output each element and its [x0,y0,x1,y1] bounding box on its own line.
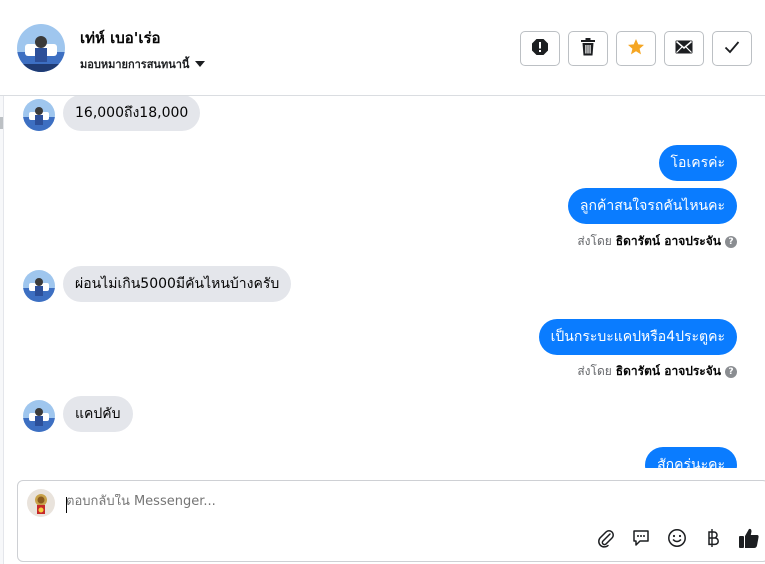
star-icon [627,38,645,60]
contact-avatar-small [23,270,55,302]
help-icon[interactable]: ? [725,235,737,248]
emoji-button[interactable] [666,528,688,552]
sent-by-label: ส่งโดย ธิดารัตน์ อาจประจัน ? [577,362,737,381]
incoming-message[interactable]: 16,000ถึง18,000 [63,96,201,131]
sent-by-label: ส่งโดย ธิดารัตน์ อาจประจัน ? [577,232,737,251]
sender-name: ธิดารัตน์ อาจประจัน [615,234,721,248]
baht-icon [705,528,721,552]
incoming-message[interactable]: ผ่อนไม่เกิน5000มีคันไหนบ้างครับ [63,266,292,302]
scroll-marker [0,117,3,129]
saved-reply-icon [631,528,651,552]
sent-by-prefix: ส่งโดย [577,234,612,248]
envelope-icon [675,39,693,58]
trash-icon [580,37,596,60]
contact-name[interactable]: เท่ห์ เบอ'เร่อ [80,26,161,50]
sender-name: ธิดารัตน์ อาจประจัน [615,364,721,378]
conversation-header: เท่ห์ เบอ'เร่อ มอบหมายการสนทนานี้ [0,0,765,96]
reply-composer [17,480,765,562]
saved-replies-button[interactable] [630,528,652,552]
outgoing-message[interactable]: โอเครค่ะ [658,145,737,181]
page-avatar [27,489,55,517]
emoji-icon [667,528,687,552]
contact-avatar-small [23,400,55,432]
outgoing-message[interactable]: ลูกค้าสนใจรถคันไหนคะ [567,188,737,224]
contact-avatar-small [23,99,55,131]
delete-button[interactable] [568,31,608,66]
payment-button[interactable] [702,528,724,552]
mark-spam-button[interactable] [520,31,560,66]
chevron-down-icon [195,61,206,67]
star-button[interactable] [616,31,656,66]
assign-conversation-dropdown[interactable]: มอบหมายการสนทนานี้ [80,55,206,73]
sent-by-prefix: ส่งโดย [577,364,612,378]
assign-label: มอบหมายการสนทนานี้ [80,58,190,71]
outgoing-message[interactable]: สักครู่นะคะ [645,447,737,468]
exclamation-octagon-icon [531,38,549,60]
checkmark-icon [724,39,740,58]
incoming-message[interactable]: แคปคับ [63,396,133,432]
contact-avatar[interactable] [17,24,65,72]
attach-file-button[interactable] [595,528,617,552]
mark-done-button[interactable] [712,31,752,66]
paperclip-icon [596,528,616,552]
outgoing-message[interactable]: เป็นกระบะแคปหรือ4ประตูคะ [538,319,737,355]
help-icon[interactable]: ? [725,365,737,378]
thumbs-up-icon [738,527,760,553]
message-list[interactable]: 16,000ถึง18,000 โอเครค่ะ ลูกค้าสนใจรถคัน… [5,96,765,468]
left-panel-edge [0,95,4,564]
mark-unread-button[interactable] [664,31,704,66]
reply-input[interactable] [66,494,566,509]
send-like-button[interactable] [736,528,762,552]
